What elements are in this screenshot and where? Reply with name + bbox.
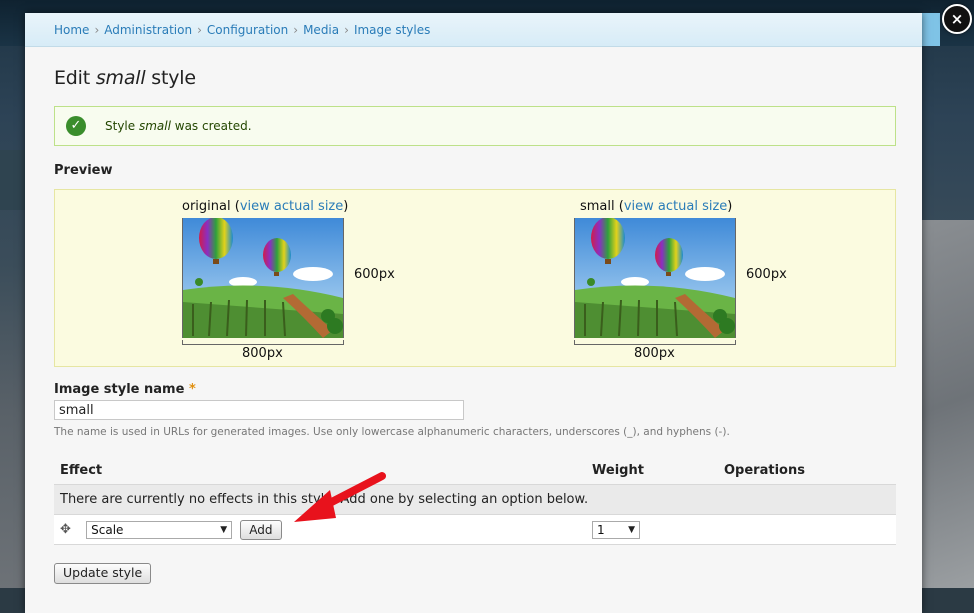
small-height-label: 600px	[746, 267, 787, 282]
operations-column-header: Operations	[718, 457, 896, 485]
breadcrumb-configuration[interactable]: Configuration	[207, 23, 288, 37]
weight-column-header: Weight	[586, 457, 718, 485]
small-preview-image	[574, 218, 736, 338]
breadcrumb-separator: ›	[197, 22, 202, 37]
preview-label: Preview	[54, 163, 113, 178]
title-prefix: Edit	[54, 67, 96, 89]
drag-handle-icon[interactable]: ✥	[60, 522, 72, 537]
status-text: Style small was created.	[105, 119, 252, 133]
original-label: original	[182, 199, 231, 214]
breadcrumb-separator: ›	[94, 22, 100, 37]
overlay-tab-edge	[922, 13, 940, 46]
style-name-label-text: Image style name	[54, 382, 185, 397]
required-marker: *	[188, 382, 196, 397]
style-name-description: The name is used in URLs for generated i…	[54, 426, 730, 438]
style-name-label: Image style name *	[54, 382, 896, 397]
breadcrumb-separator: ›	[293, 22, 299, 37]
effects-header-row: Effect Weight Operations	[54, 457, 896, 485]
style-name-input[interactable]	[54, 400, 464, 420]
small-width-label: 800px	[634, 346, 675, 361]
breadcrumb-separator: ›	[344, 22, 349, 37]
width-ruler	[574, 340, 736, 345]
backdrop-edge	[0, 150, 25, 210]
weight-select[interactable]: 1 ▼	[592, 520, 640, 539]
page-title: Edit small style	[54, 47, 896, 93]
title-suffix: style	[145, 67, 196, 89]
new-effect-value: Scale	[91, 522, 124, 537]
operations-cell	[718, 514, 896, 545]
small-label: small	[580, 199, 615, 214]
breadcrumb-administration[interactable]: Administration	[104, 23, 192, 37]
breadcrumb-media[interactable]: Media	[303, 23, 339, 37]
title-style-name: small	[95, 67, 146, 89]
chevron-down-icon: ▼	[220, 524, 228, 535]
small-view-actual-size-link[interactable]: view actual size	[624, 199, 727, 214]
success-check-icon: ✓	[66, 116, 86, 136]
original-width-label: 800px	[242, 346, 283, 361]
add-effect-button[interactable]: Add	[240, 519, 282, 540]
weight-cell: 1 ▼	[586, 514, 718, 545]
chevron-down-icon: ▼	[628, 524, 635, 535]
table-row: There are currently no effects in this s…	[54, 484, 896, 515]
width-ruler	[182, 340, 344, 345]
breadcrumb-image-styles[interactable]: Image styles	[354, 23, 430, 37]
preview-panel: original (view actual size) 800px 600px …	[54, 189, 896, 367]
balloon-landscape-image	[575, 218, 735, 338]
original-preview-image	[182, 218, 344, 338]
table-row: ✥ Scale ▼ Add 1 ▼	[54, 514, 896, 545]
close-icon[interactable]: ×	[942, 4, 972, 34]
backdrop-image	[920, 220, 974, 588]
balloon-landscape-image	[183, 218, 343, 338]
main-content: Edit small style ✓ Style small was creat…	[25, 47, 922, 545]
status-suffix: was created.	[170, 119, 252, 133]
preview-small-caption: small (view actual size)	[580, 199, 733, 214]
original-height-label: 600px	[354, 267, 395, 282]
status-message: ✓ Style small was created.	[54, 106, 896, 146]
original-view-actual-size-link[interactable]: view actual size	[240, 199, 343, 214]
status-prefix: Style	[105, 119, 139, 133]
overlay-dialog: Home › Administration › Configuration › …	[25, 13, 922, 613]
breadcrumb-home[interactable]: Home	[54, 23, 89, 37]
effects-table: Effect Weight Operations There are curre…	[54, 457, 896, 545]
annotation-arrow-icon	[294, 472, 386, 522]
preview-original-caption: original (view actual size)	[182, 199, 349, 214]
new-effect-select[interactable]: Scale ▼	[86, 520, 233, 539]
weight-value: 1	[597, 522, 605, 537]
empty-effects-message: There are currently no effects in this s…	[54, 484, 896, 515]
update-style-button[interactable]: Update style	[54, 563, 152, 584]
status-style-name: small	[138, 119, 171, 133]
breadcrumb: Home › Administration › Configuration › …	[25, 13, 922, 47]
